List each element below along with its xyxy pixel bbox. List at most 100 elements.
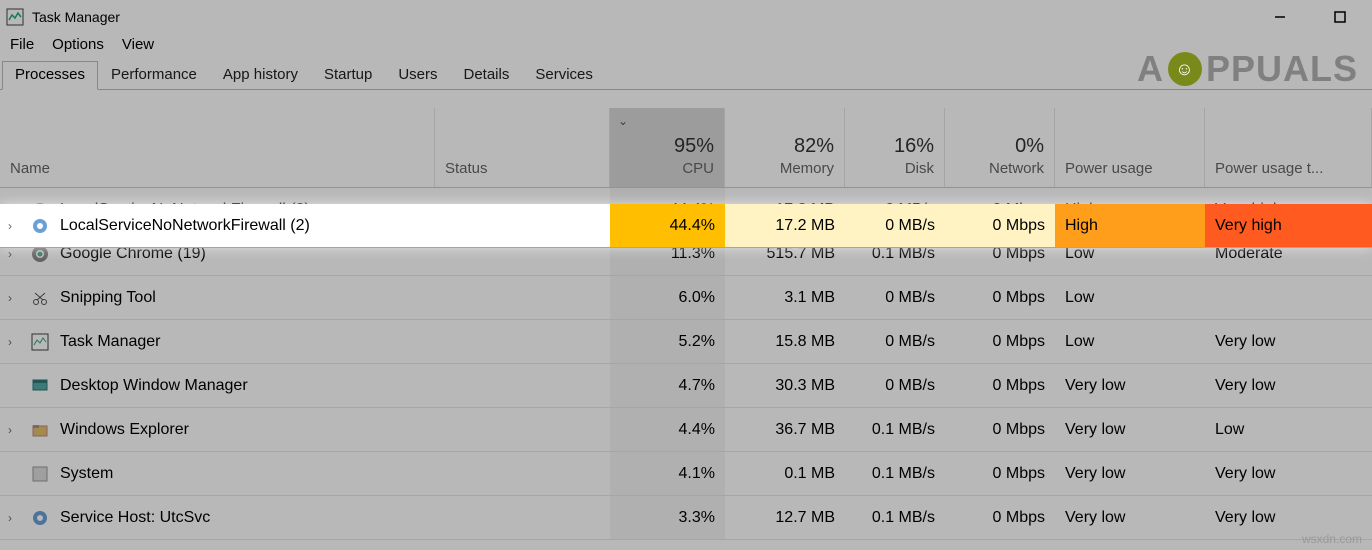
memory-cell: 3.1 MB bbox=[725, 276, 845, 319]
power-trend-cell: Very low bbox=[1205, 452, 1372, 495]
network-cell: 0 Mbps bbox=[945, 204, 1055, 247]
network-cell: 0 Mbps bbox=[945, 452, 1055, 495]
column-headers: Name Status ⌄ 95% CPU 82% Memory 16% Dis… bbox=[0, 108, 1372, 188]
window-title: Task Manager bbox=[32, 9, 120, 25]
window-controls bbox=[1262, 3, 1366, 31]
menu-options[interactable]: Options bbox=[52, 36, 104, 53]
expand-icon[interactable]: › bbox=[8, 247, 20, 261]
col-disk[interactable]: 16% Disk bbox=[845, 108, 945, 187]
col-cpu[interactable]: ⌄ 95% CPU bbox=[610, 108, 725, 187]
memory-cell: 36.7 MB bbox=[725, 408, 845, 451]
status-cell bbox=[435, 452, 610, 495]
titlebar: Task Manager bbox=[0, 0, 1372, 34]
table-row[interactable]: › Windows Explorer 4.4% 36.7 MB 0.1 MB/s… bbox=[0, 408, 1372, 452]
process-name: System bbox=[60, 465, 113, 483]
col-name[interactable]: Name bbox=[0, 108, 435, 187]
table-row[interactable]: › Snipping Tool 6.0% 3.1 MB 0 MB/s 0 Mbp… bbox=[0, 276, 1372, 320]
dwm-icon bbox=[30, 376, 50, 396]
col-status[interactable]: Status bbox=[435, 108, 610, 187]
cpu-cell: 4.7% bbox=[610, 364, 725, 407]
status-cell bbox=[435, 276, 610, 319]
power-trend-cell: Very high bbox=[1205, 204, 1372, 247]
cpu-cell: 4.4% bbox=[610, 408, 725, 451]
cpu-cell: 4.1% bbox=[610, 452, 725, 495]
power-trend-cell: Very low bbox=[1205, 320, 1372, 363]
maximize-button[interactable] bbox=[1322, 3, 1358, 31]
memory-cell: 12.7 MB bbox=[725, 496, 845, 539]
expand-icon[interactable]: › bbox=[8, 423, 20, 437]
disk-cell: 0 MB/s bbox=[845, 320, 945, 363]
table-row[interactable]: Desktop Window Manager 4.7% 30.3 MB 0 MB… bbox=[0, 364, 1372, 408]
task-manager-icon bbox=[30, 332, 50, 352]
status-cell bbox=[435, 320, 610, 363]
tab-users[interactable]: Users bbox=[385, 61, 450, 89]
expand-icon[interactable]: › bbox=[8, 335, 20, 349]
minimize-button[interactable] bbox=[1262, 3, 1298, 31]
tab-processes[interactable]: Processes bbox=[2, 61, 98, 90]
network-cell: 0 Mbps bbox=[945, 408, 1055, 451]
power-cell: Very low bbox=[1055, 452, 1205, 495]
power-cell: Very low bbox=[1055, 364, 1205, 407]
disk-cell: 0 MB/s bbox=[845, 276, 945, 319]
process-name: Snipping Tool bbox=[60, 289, 156, 307]
process-name: Desktop Window Manager bbox=[60, 377, 248, 395]
explorer-icon bbox=[30, 420, 50, 440]
col-memory[interactable]: 82% Memory bbox=[725, 108, 845, 187]
disk-cell: 0 MB/s bbox=[845, 364, 945, 407]
gear-icon bbox=[30, 216, 50, 236]
system-icon bbox=[30, 464, 50, 484]
expand-spacer bbox=[8, 379, 20, 393]
expand-icon[interactable]: › bbox=[8, 219, 20, 233]
tab-app-history[interactable]: App history bbox=[210, 61, 311, 89]
disk-cell: 0.1 MB/s bbox=[845, 452, 945, 495]
status-cell bbox=[435, 496, 610, 539]
process-name: Windows Explorer bbox=[60, 421, 189, 439]
tab-services[interactable]: Services bbox=[522, 61, 606, 89]
network-cell: 0 Mbps bbox=[945, 496, 1055, 539]
disk-cell: 0 MB/s bbox=[845, 204, 945, 247]
highlighted-row[interactable]: › LocalServiceNoNetworkFirewall (2) 44.4… bbox=[0, 204, 1372, 248]
scissors-icon bbox=[30, 288, 50, 308]
memory-cell: 0.1 MB bbox=[725, 452, 845, 495]
task-manager-icon bbox=[6, 8, 24, 26]
process-name: LocalServiceNoNetworkFirewall (2) bbox=[60, 217, 310, 235]
tab-details[interactable]: Details bbox=[451, 61, 523, 89]
power-trend-cell: Very low bbox=[1205, 364, 1372, 407]
power-cell: Very low bbox=[1055, 496, 1205, 539]
process-name: Service Host: UtcSvc bbox=[60, 509, 210, 527]
status-cell bbox=[435, 364, 610, 407]
col-power-trend[interactable]: Power usage t... bbox=[1205, 108, 1372, 187]
menu-file[interactable]: File bbox=[10, 36, 34, 53]
network-cell: 0 Mbps bbox=[945, 320, 1055, 363]
disk-cell: 0.1 MB/s bbox=[845, 408, 945, 451]
col-network[interactable]: 0% Network bbox=[945, 108, 1055, 187]
process-name: Task Manager bbox=[60, 333, 161, 351]
network-cell: 0 Mbps bbox=[945, 364, 1055, 407]
cpu-cell: 3.3% bbox=[610, 496, 725, 539]
tab-startup[interactable]: Startup bbox=[311, 61, 385, 89]
cpu-cell: 5.2% bbox=[610, 320, 725, 363]
table-row[interactable]: System 4.1% 0.1 MB 0.1 MB/s 0 Mbps Very … bbox=[0, 452, 1372, 496]
sort-indicator-icon: ⌄ bbox=[618, 114, 628, 128]
watermark-logo: A☺PPUALS bbox=[1137, 48, 1358, 90]
col-power-usage[interactable]: Power usage bbox=[1055, 108, 1205, 187]
memory-cell: 17.2 MB bbox=[725, 204, 845, 247]
gear-icon bbox=[30, 508, 50, 528]
power-cell: Low bbox=[1055, 276, 1205, 319]
tab-performance[interactable]: Performance bbox=[98, 61, 210, 89]
menu-view[interactable]: View bbox=[122, 36, 154, 53]
power-cell: Very low bbox=[1055, 408, 1205, 451]
power-cell: High bbox=[1055, 204, 1205, 247]
mascot-icon: ☺ bbox=[1168, 52, 1202, 86]
cpu-cell: 44.4% bbox=[610, 204, 725, 247]
cpu-cell: 6.0% bbox=[610, 276, 725, 319]
table-row[interactable]: › Service Host: UtcSvc 3.3% 12.7 MB 0.1 … bbox=[0, 496, 1372, 540]
status-cell bbox=[435, 408, 610, 451]
memory-cell: 15.8 MB bbox=[725, 320, 845, 363]
expand-icon[interactable]: › bbox=[8, 511, 20, 525]
table-row[interactable]: › Task Manager 5.2% 15.8 MB 0 MB/s 0 Mbp… bbox=[0, 320, 1372, 364]
expand-icon[interactable]: › bbox=[8, 291, 20, 305]
power-trend-cell bbox=[1205, 276, 1372, 319]
memory-cell: 30.3 MB bbox=[725, 364, 845, 407]
power-cell: Low bbox=[1055, 320, 1205, 363]
